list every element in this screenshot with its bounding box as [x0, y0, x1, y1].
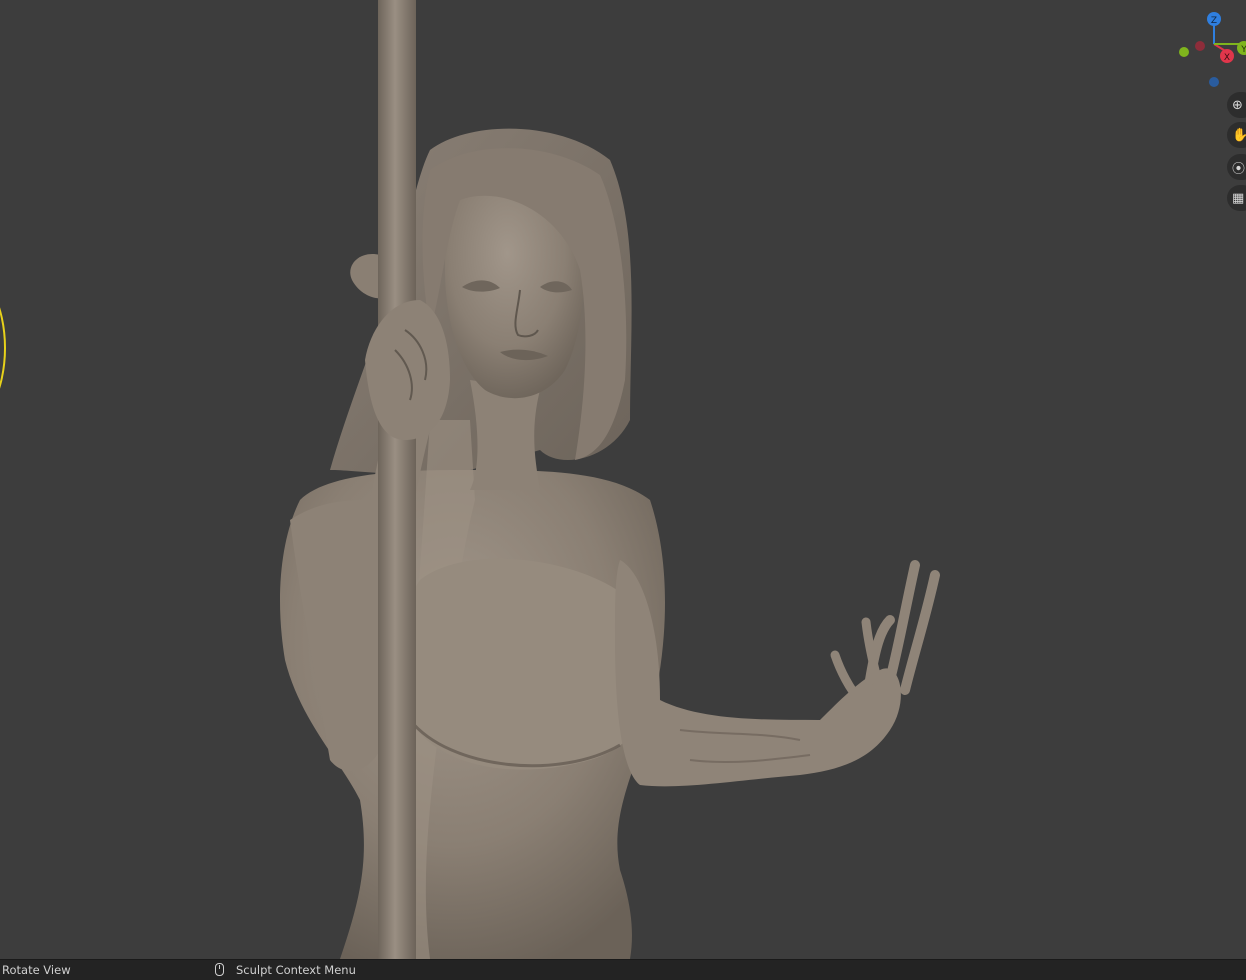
navigation-gizmo[interactable]: Z X Y [1170, 6, 1246, 96]
camera-glyph: ⦿ [1232, 161, 1246, 177]
zoom-glyph: ⊕ [1232, 97, 1243, 113]
hand-glyph: ✋ [1232, 127, 1246, 143]
gizmo-neg-y [1179, 47, 1189, 57]
pole [378, 0, 416, 959]
status-bar: Rotate View Sculpt Context Menu [0, 959, 1246, 980]
gizmo-neg-x [1195, 41, 1205, 51]
mouse-icon [215, 963, 224, 976]
grid-icon[interactable]: ▦ [1227, 185, 1246, 211]
camera-icon[interactable]: ⦿ [1227, 154, 1246, 180]
zoom-icon[interactable]: ⊕ [1227, 92, 1246, 118]
gizmo-z-label: Z [1211, 16, 1217, 26]
gizmo-y-label: Y [1240, 45, 1246, 55]
grid-glyph: ▦ [1232, 190, 1245, 206]
3d-viewport[interactable]: Z X Y ⊕ ✋ ⦿ ▦ [0, 0, 1246, 959]
sculpt-model [280, 0, 940, 959]
gizmo-x-label: X [1224, 53, 1230, 63]
status-rotate-view: Rotate View [2, 963, 71, 977]
gizmo-neg-z [1209, 77, 1219, 87]
status-sculpt-context-menu: Sculpt Context Menu [236, 963, 356, 977]
thumb [830, 650, 865, 705]
hand-icon[interactable]: ✋ [1227, 122, 1246, 148]
